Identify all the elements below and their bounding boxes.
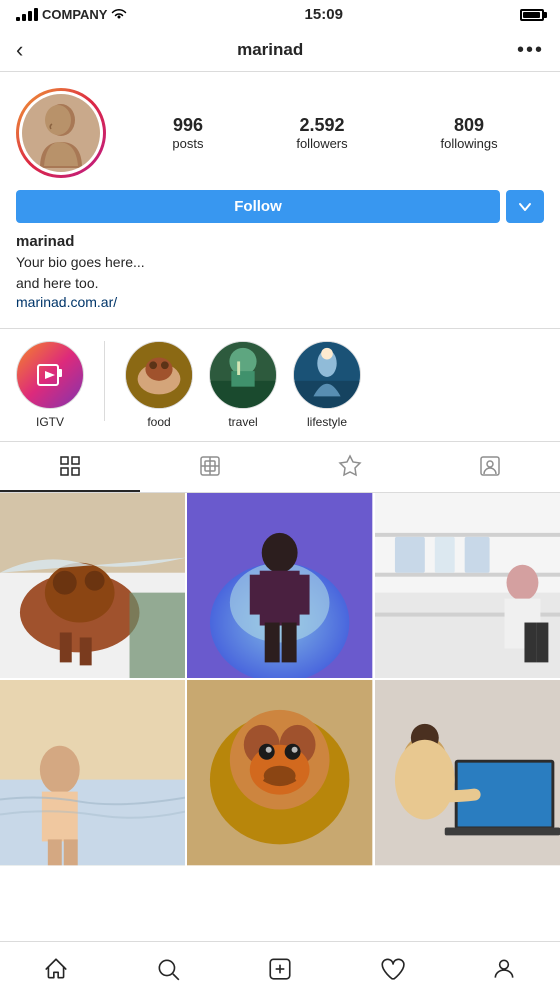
grid-item-2[interactable] xyxy=(187,493,372,678)
highlight-circle-lifestyle xyxy=(293,341,361,409)
wifi-icon xyxy=(111,7,127,23)
followers-label: followers xyxy=(296,136,347,151)
bio-text: Your bio goes here... and here too. xyxy=(16,252,544,294)
status-left: COMPANY xyxy=(16,7,127,23)
nav-search-button[interactable] xyxy=(139,952,197,986)
nav-profile-button[interactable] xyxy=(475,952,533,986)
followings-count: 809 xyxy=(440,115,497,136)
follow-button[interactable]: Follow xyxy=(16,190,500,223)
bio-name: marinad xyxy=(16,233,544,250)
person-icon xyxy=(491,956,517,982)
bottom-nav xyxy=(0,941,560,998)
grid-icon xyxy=(58,454,82,478)
lifestyle-thumbnail xyxy=(294,341,360,409)
grid-item-6[interactable] xyxy=(375,680,560,865)
chevron-down-icon xyxy=(518,200,532,214)
tab-reels[interactable] xyxy=(140,442,280,492)
nav-heart-button[interactable] xyxy=(363,952,421,986)
grid-photo-6 xyxy=(375,680,560,865)
follow-dropdown-button[interactable] xyxy=(506,190,544,223)
food-thumbnail xyxy=(126,341,192,409)
status-bar: COMPANY 15:09 xyxy=(0,0,560,29)
grid-item-5[interactable] xyxy=(187,680,372,865)
time-label: 15:09 xyxy=(305,6,343,23)
battery-icon xyxy=(520,9,544,21)
stats-section: 996 posts 2.592 followers 809 followings xyxy=(126,115,544,151)
nav-home-button[interactable] xyxy=(27,952,85,986)
highlight-circle-food xyxy=(125,341,193,409)
followers-stat[interactable]: 2.592 followers xyxy=(296,115,347,151)
highlight-label-travel: travel xyxy=(228,415,257,429)
back-button[interactable]: ‹ xyxy=(16,37,23,63)
highlight-circle-travel xyxy=(209,341,277,409)
top-nav: ‹ marinad ••• xyxy=(0,29,560,72)
grid-photo-3 xyxy=(375,493,560,678)
bio-link[interactable]: marinad.com.ar/ xyxy=(16,294,117,310)
highlight-label-lifestyle: lifestyle xyxy=(307,415,347,429)
signal-icon xyxy=(16,8,38,21)
profile-view-icon xyxy=(478,454,502,478)
posts-count: 996 xyxy=(172,115,203,136)
highlight-label-igtv: IGTV xyxy=(36,415,64,429)
posts-label: posts xyxy=(172,136,203,151)
photo-grid xyxy=(0,493,560,866)
grid-item-4[interactable] xyxy=(0,680,185,865)
posts-stat: 996 posts xyxy=(172,115,203,151)
travel-thumbnail xyxy=(210,341,276,409)
home-icon xyxy=(43,956,69,982)
grid-photo-1 xyxy=(0,493,185,678)
highlight-circle-igtv xyxy=(16,341,84,409)
reels-icon xyxy=(198,454,222,478)
grid-item-3[interactable] xyxy=(375,493,560,678)
highlight-lifestyle[interactable]: lifestyle xyxy=(293,341,361,429)
follow-row: Follow xyxy=(16,190,544,223)
tab-profile-view[interactable] xyxy=(420,442,560,492)
profile-top: 996 posts 2.592 followers 809 followings xyxy=(16,88,544,178)
highlights-section: IGTV food xyxy=(0,328,560,442)
igtv-icon xyxy=(32,357,68,393)
highlight-label-food: food xyxy=(147,415,170,429)
search-icon xyxy=(155,956,181,982)
highlight-food[interactable]: food xyxy=(125,341,193,429)
avatar-wrapper xyxy=(16,88,106,178)
tab-grid[interactable] xyxy=(0,442,140,492)
followings-label: followings xyxy=(440,136,497,151)
tab-bar xyxy=(0,442,560,493)
grid-photo-4 xyxy=(0,680,185,865)
tagged-icon xyxy=(338,454,362,478)
grid-photo-5 xyxy=(187,680,372,865)
add-icon xyxy=(267,956,293,982)
highlights-divider xyxy=(104,341,105,421)
heart-icon xyxy=(379,956,405,982)
highlight-igtv[interactable]: IGTV xyxy=(16,341,84,429)
nav-add-button[interactable] xyxy=(251,952,309,986)
profile-username-header: marinad xyxy=(237,40,303,60)
grid-photo-2 xyxy=(187,493,372,678)
more-options-button[interactable]: ••• xyxy=(517,39,544,62)
avatar xyxy=(19,91,103,175)
tab-tagged[interactable] xyxy=(280,442,420,492)
bio-line1: Your bio goes here... xyxy=(16,254,145,270)
bio-line2: and here too. xyxy=(16,275,99,291)
bio-section: marinad Your bio goes here... and here t… xyxy=(16,233,544,312)
highlight-travel[interactable]: travel xyxy=(209,341,277,429)
followers-count: 2.592 xyxy=(296,115,347,136)
grid-item-1[interactable] xyxy=(0,493,185,678)
carrier-label: COMPANY xyxy=(42,7,107,22)
profile-section: 996 posts 2.592 followers 809 followings… xyxy=(0,72,560,328)
followings-stat[interactable]: 809 followings xyxy=(440,115,497,151)
